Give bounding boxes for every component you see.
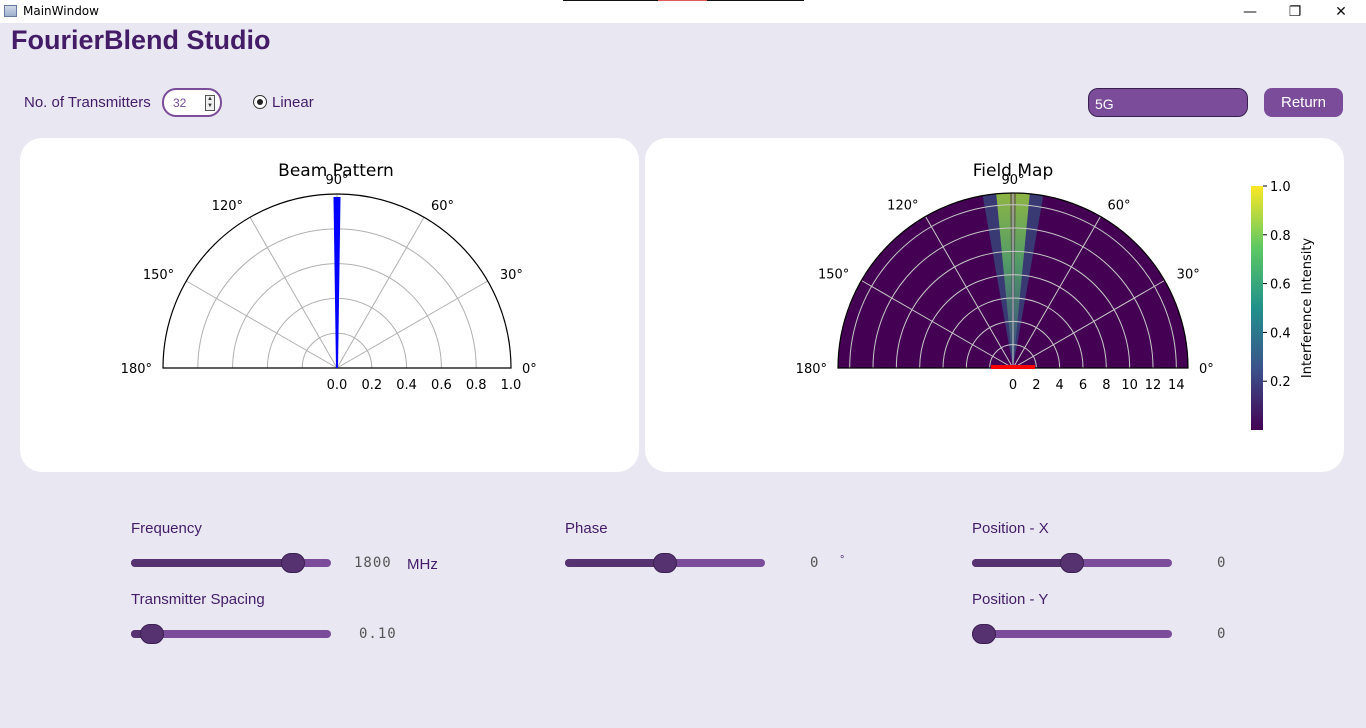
field-radius-label: 10 [1121, 378, 1138, 393]
phase-slider-fill [565, 559, 665, 567]
colorbar [1251, 186, 1263, 430]
phase-slider-handle[interactable] [653, 553, 677, 573]
field-angle-label: 150° [818, 268, 849, 283]
spacing-display: 0.10 [359, 626, 397, 642]
beam-pattern-plot: Beam Pattern 0°30°60°90°120°150°180°0.0 0… [121, 161, 537, 393]
position-y-label: Position - Y [972, 591, 1049, 608]
colorbar-tick-label: 0.4 [1270, 326, 1291, 341]
colorbar-label: Interference Intensity [1300, 238, 1315, 379]
field-map-panel: Field Map 0° 30° 60° 90° 120° 150° 180° 0 2 4 6 8 10… [645, 138, 1344, 472]
linear-label[interactable]: Linear [272, 94, 314, 111]
titlebar-stripe-accent [658, 0, 707, 1]
beam-grid-spoke [336, 217, 425, 369]
window-title: MainWindow [23, 4, 99, 18]
spacing-slider-handle[interactable] [139, 624, 164, 644]
beam-radius-label: 0.0 [327, 378, 348, 393]
return-button[interactable]: Return [1264, 88, 1343, 117]
beam-radius-label: 0.2 [361, 378, 382, 393]
colorbar-tick-label: 1.0 [1270, 180, 1291, 195]
phase-label: Phase [565, 520, 608, 537]
field-angle-label: 90° [1001, 173, 1024, 188]
beam-angle-label: 120° [212, 199, 243, 214]
transmitters-label: No. of Transmitters [24, 94, 151, 111]
beam-angle-label: 180° [121, 362, 152, 377]
beam-angle-label: 0° [522, 362, 537, 377]
position-x-label: Position - X [972, 520, 1049, 537]
phase-slider[interactable] [565, 553, 765, 573]
field-radius-label: 0 [1009, 378, 1017, 393]
beam-angle-label: 150° [143, 268, 174, 283]
beam-grid-spoke [186, 280, 338, 369]
spacing-slider[interactable] [131, 624, 331, 644]
phase-unit: ° [840, 554, 845, 566]
colorbar-tick-label: 0.6 [1270, 278, 1291, 293]
phase-display: 0 [810, 555, 820, 571]
position-x-display: 0 [1217, 555, 1227, 571]
position-x-slider-handle[interactable] [1060, 553, 1084, 573]
field-radius-label: 6 [1079, 378, 1087, 393]
beam-pattern-panel: Beam Pattern 0° 30° 60° 90° 120° 150° 180° 0.0 0… [20, 138, 639, 472]
position-y-slider[interactable] [972, 624, 1172, 644]
frequency-display: 1800 [354, 555, 392, 571]
close-button[interactable]: ✕ [1318, 0, 1364, 23]
beam-lobe [333, 197, 341, 369]
window-titlebar: MainWindow — ❐ ✕ [0, 0, 1366, 23]
field-angle-label: 60° [1108, 198, 1131, 213]
linear-radio[interactable] [253, 95, 267, 109]
beam-angle-label: 60° [431, 199, 454, 214]
position-y-slider-handle[interactable] [972, 624, 996, 644]
frequency-slider-handle[interactable] [280, 553, 305, 573]
beam-grid-spoke [336, 280, 488, 369]
app-window-icon [4, 5, 17, 17]
field-radius-label: 12 [1145, 378, 1162, 393]
maximize-button[interactable]: ❐ [1272, 0, 1318, 23]
frequency-slider[interactable] [131, 553, 331, 573]
field-radius-label: 4 [1056, 378, 1064, 393]
beam-radius-label: 0.8 [466, 378, 487, 393]
beam-radius-label: 0.6 [431, 378, 452, 393]
field-radius-label: 2 [1032, 378, 1040, 393]
mode-value: 5G [1095, 96, 1114, 112]
position-x-slider-fill [972, 559, 1072, 567]
field-angle-label: 180° [796, 362, 827, 377]
beam-radius-label: 0.4 [396, 378, 417, 393]
colorbar-tick-label: 0.2 [1270, 375, 1291, 390]
transmitters-spinbox[interactable]: 32 ▲ ▼ [162, 88, 222, 117]
minimize-button[interactable]: — [1227, 0, 1273, 23]
beam-radius-label: 1.0 [501, 378, 522, 393]
position-x-slider[interactable] [972, 553, 1172, 573]
field-radius-label: 14 [1168, 378, 1185, 393]
beam-angle-label: 30° [500, 268, 523, 283]
mode-combobox[interactable]: 5G [1088, 88, 1248, 117]
field-angle-label: 30° [1177, 268, 1200, 283]
spacing-label: Transmitter Spacing [131, 591, 265, 608]
field-angle-label: 0° [1199, 362, 1214, 377]
frequency-label: Frequency [131, 520, 202, 537]
transmitter-array [991, 365, 1035, 369]
frequency-unit: MHz [407, 556, 438, 573]
position-y-display: 0 [1217, 626, 1227, 642]
field-map-plot: Field Map 0°30°60°90°120°150°180°0 2 4 6 8 10… [796, 161, 1315, 430]
colorbar-tick-label: 0.8 [1270, 229, 1291, 244]
spin-arrows-icon[interactable]: ▲ ▼ [205, 95, 215, 111]
beam-angle-label: 90° [325, 173, 348, 188]
beam-grid-spoke [249, 217, 338, 369]
field-angle-label: 120° [887, 198, 918, 213]
frequency-slider-fill [131, 559, 293, 567]
transmitters-value: 32 [173, 96, 187, 110]
app-title: FourierBlend Studio [11, 25, 271, 55]
field-radius-label: 8 [1102, 378, 1110, 393]
